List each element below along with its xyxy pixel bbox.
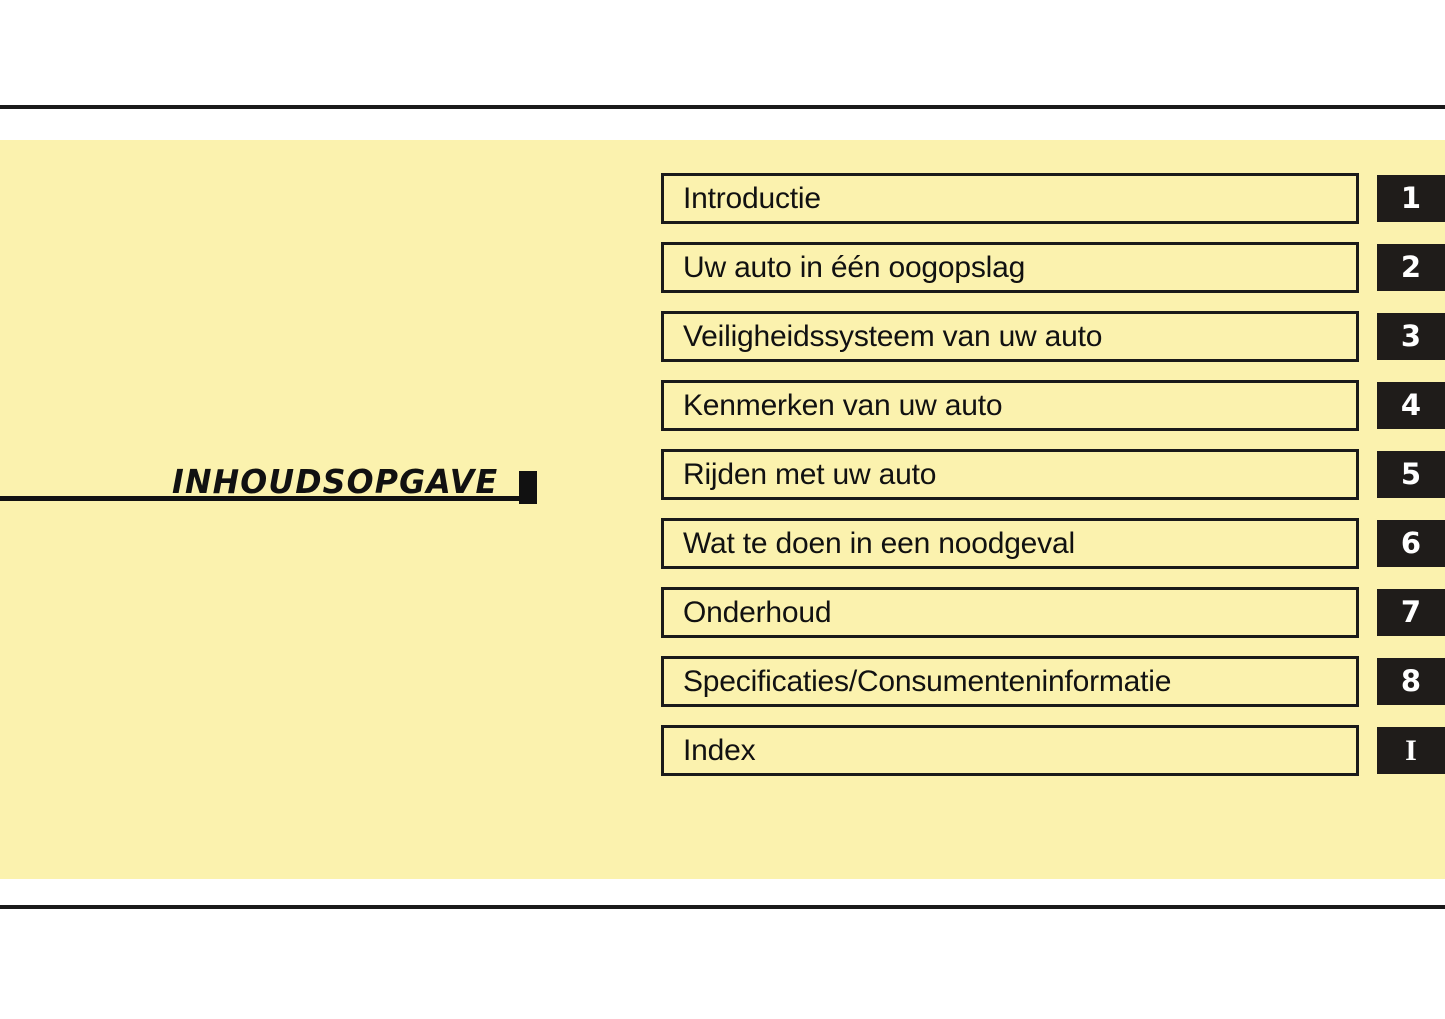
toc-row: Kenmerken van uw auto 4 xyxy=(661,380,1445,431)
toc-tab-8[interactable]: 8 xyxy=(1377,658,1445,705)
toc-entry-label: Specificaties/Consumenteninformatie xyxy=(664,667,1171,697)
toc-tab-2[interactable]: 2 xyxy=(1377,244,1445,291)
toc-row: Wat te doen in een noodgeval 6 xyxy=(661,518,1445,569)
toc-entry-label: Uw auto in één oogopslag xyxy=(664,253,1025,283)
title-underline xyxy=(0,496,537,501)
toc-entry-2[interactable]: Uw auto in één oogopslag xyxy=(661,242,1359,293)
toc-row: Veiligheidssysteem van uw auto 3 xyxy=(661,311,1445,362)
toc-tab-label: 7 xyxy=(1401,598,1421,627)
page-title-block: INHOUDSOPGAVE xyxy=(0,462,540,514)
title-square-marker xyxy=(519,471,537,504)
toc-entry-3[interactable]: Veiligheidssysteem van uw auto xyxy=(661,311,1359,362)
toc-tab-label: 8 xyxy=(1401,667,1421,696)
toc-tab-label: I xyxy=(1405,736,1417,766)
toc-entry-4[interactable]: Kenmerken van uw auto xyxy=(661,380,1359,431)
toc-entry-1[interactable]: Introductie xyxy=(661,173,1359,224)
toc-row: Rijden met uw auto 5 xyxy=(661,449,1445,500)
toc-row: Specificaties/Consumenteninformatie 8 xyxy=(661,656,1445,707)
toc-tab-label: 2 xyxy=(1401,253,1421,282)
toc-entry-5[interactable]: Rijden met uw auto xyxy=(661,449,1359,500)
toc-tab-label: 3 xyxy=(1401,322,1421,351)
toc-tab-5[interactable]: 5 xyxy=(1377,451,1445,498)
toc-row: Introductie 1 xyxy=(661,173,1445,224)
toc-tab-9[interactable]: I xyxy=(1377,727,1445,774)
page-bottom-rule xyxy=(0,905,1445,909)
toc-entry-label: Introductie xyxy=(664,184,821,214)
toc-entry-label: Onderhoud xyxy=(664,598,831,628)
page-top-rule xyxy=(0,105,1445,109)
toc-row: Onderhoud 7 xyxy=(661,587,1445,638)
table-of-contents-list: Introductie 1 Uw auto in één oogopslag 2 Vei… xyxy=(661,173,1445,776)
toc-entry-label: Kenmerken van uw auto xyxy=(664,391,1002,421)
toc-row: Index I xyxy=(661,725,1445,776)
toc-entry-6[interactable]: Wat te doen in een noodgeval xyxy=(661,518,1359,569)
toc-entry-label: Index xyxy=(664,736,755,766)
toc-row: Uw auto in één oogopslag 2 xyxy=(661,242,1445,293)
toc-tab-label: 6 xyxy=(1401,529,1421,558)
toc-tab-label: 1 xyxy=(1401,184,1421,213)
toc-tab-7[interactable]: 7 xyxy=(1377,589,1445,636)
toc-tab-label: 5 xyxy=(1401,460,1421,489)
toc-entry-label: Wat te doen in een noodgeval xyxy=(664,529,1075,559)
toc-entry-9[interactable]: Index xyxy=(661,725,1359,776)
toc-entry-7[interactable]: Onderhoud xyxy=(661,587,1359,638)
toc-tab-4[interactable]: 4 xyxy=(1377,382,1445,429)
toc-tab-6[interactable]: 6 xyxy=(1377,520,1445,567)
toc-entry-label: Veiligheidssysteem van uw auto xyxy=(664,322,1102,352)
toc-tab-1[interactable]: 1 xyxy=(1377,175,1445,222)
toc-tab-3[interactable]: 3 xyxy=(1377,313,1445,360)
toc-tab-label: 4 xyxy=(1401,391,1421,420)
toc-entry-8[interactable]: Specificaties/Consumenteninformatie xyxy=(661,656,1359,707)
toc-entry-label: Rijden met uw auto xyxy=(664,460,936,490)
